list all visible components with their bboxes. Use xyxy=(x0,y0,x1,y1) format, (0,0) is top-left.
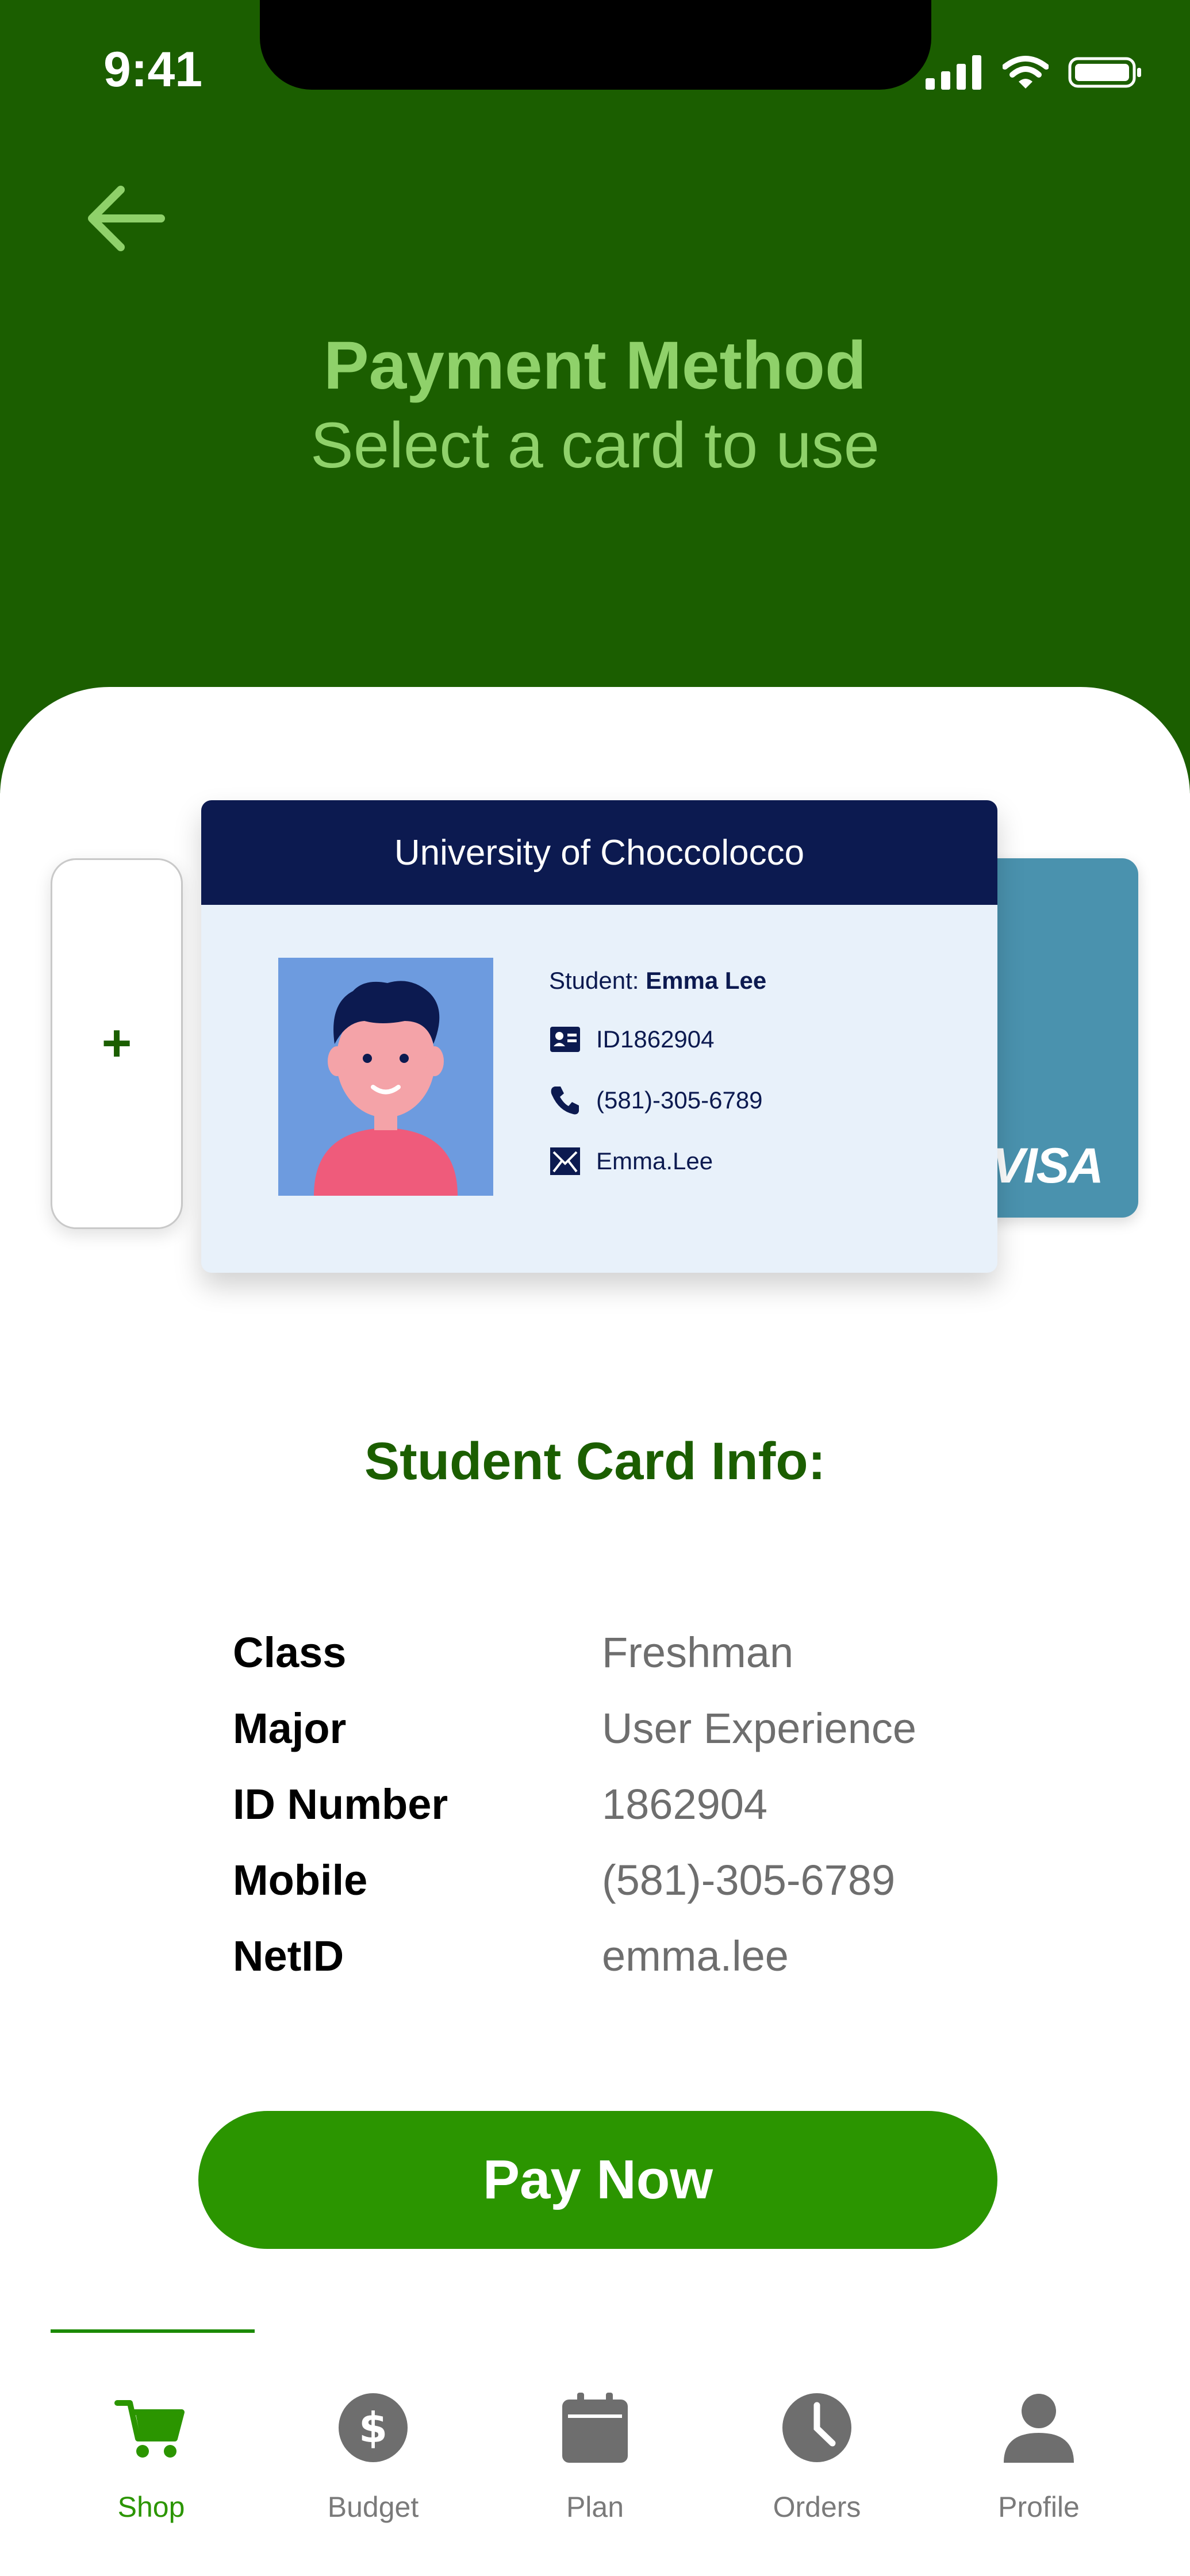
student-avatar xyxy=(278,958,493,1196)
student-portrait xyxy=(278,958,493,1196)
calendar-icon xyxy=(558,2390,632,2465)
info-label: ID Number xyxy=(233,1780,448,1828)
tab-profile[interactable]: Profile xyxy=(953,2357,1125,2576)
plus-icon: + xyxy=(101,1015,132,1072)
add-card-button[interactable]: + xyxy=(51,858,183,1229)
student-prefix: Student: xyxy=(549,967,639,994)
signal-icon xyxy=(926,55,981,90)
info-row: Mobile (581)-305-6789 xyxy=(233,1842,916,1918)
status-time: 9:41 xyxy=(103,42,203,97)
page-subtitle: Select a card to use xyxy=(310,409,880,481)
info-label: Class xyxy=(233,1628,347,1676)
info-row: ID Number 1862904 xyxy=(233,1766,916,1842)
tab-label: Budget xyxy=(327,2491,419,2523)
phone-icon xyxy=(551,1087,579,1115)
dollar-icon: $ xyxy=(336,2390,410,2465)
svg-text:$: $ xyxy=(359,2404,387,2452)
device-notch xyxy=(260,0,931,90)
id-student-line: Student: Emma Lee xyxy=(549,967,766,995)
university-name: University of Choccolocco xyxy=(394,832,805,873)
info-row: NetID emma.lee xyxy=(233,1918,916,1994)
tab-label: Shop xyxy=(117,2491,185,2523)
info-title: Student Card Info: xyxy=(364,1432,826,1491)
bottom-tab-bar: Shop $ Budget Plan Orders Profile xyxy=(0,2357,1190,2576)
id-card-header: University of Choccolocco xyxy=(201,800,997,905)
info-value: (581)-305-6789 xyxy=(602,1856,896,1904)
student-id: ID1862904 xyxy=(596,1026,715,1053)
info-label: NetID xyxy=(233,1932,344,1980)
visa-logo: VISA xyxy=(992,1138,1104,1193)
student-phone: (581)-305-6789 xyxy=(596,1087,763,1114)
pay-now-button[interactable]: Pay Now xyxy=(198,2111,997,2249)
student-name: Emma Lee xyxy=(646,967,767,994)
info-value: User Experience xyxy=(602,1704,917,1752)
info-table: Class Freshman Major User Experience ID … xyxy=(233,1614,916,1994)
info-label: Mobile xyxy=(233,1856,368,1904)
back-arrow-icon[interactable] xyxy=(80,178,172,259)
id-row-email: Emma.Lee xyxy=(549,1145,766,1177)
info-value: Freshman xyxy=(602,1628,794,1676)
id-card-fields: Student: Emma Lee ID1862904 (581)-305-67… xyxy=(549,967,766,1177)
id-row-phone: (581)-305-6789 xyxy=(549,1084,766,1116)
student-email: Emma.Lee xyxy=(596,1147,713,1174)
status-icons xyxy=(926,55,1143,90)
battery-icon xyxy=(1068,57,1141,88)
student-id-card[interactable]: University of Choccolocco Student: Emma … xyxy=(201,800,997,1273)
header: 9:41 Payment Method Select a card to use xyxy=(0,0,1190,793)
info-row: Class Freshman xyxy=(233,1614,916,1690)
info-value: 1862904 xyxy=(602,1780,768,1828)
tab-label: Orders xyxy=(773,2491,861,2523)
mail-icon xyxy=(550,1147,580,1175)
tab-label: Plan xyxy=(566,2491,624,2523)
info-row: Major User Experience xyxy=(233,1690,916,1766)
active-tab-indicator xyxy=(51,2329,255,2333)
id-row-id: ID1862904 xyxy=(549,1023,766,1055)
tab-budget[interactable]: $ Budget xyxy=(287,2357,459,2576)
page-title: Payment Method xyxy=(323,328,867,404)
wifi-icon xyxy=(1003,56,1049,89)
person-icon xyxy=(1001,2390,1076,2465)
id-badge-icon xyxy=(550,1027,580,1052)
tab-shop[interactable]: Shop xyxy=(65,2357,237,2576)
tab-orders[interactable]: Orders xyxy=(731,2357,903,2576)
info-label: Major xyxy=(233,1704,347,1752)
tab-label: Profile xyxy=(998,2491,1080,2523)
tab-plan[interactable]: Plan xyxy=(509,2357,681,2576)
cart-icon xyxy=(114,2390,189,2465)
clock-icon xyxy=(780,2390,854,2465)
info-value: emma.lee xyxy=(602,1932,789,1980)
